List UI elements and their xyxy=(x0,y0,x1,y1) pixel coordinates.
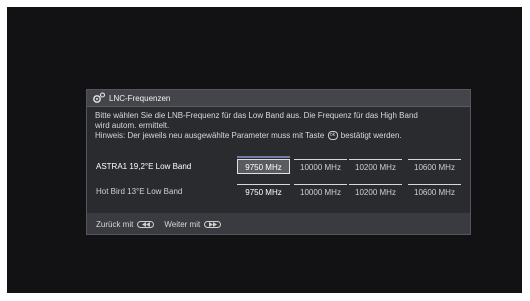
dialog-footer: Zurück mit Weiter mit xyxy=(87,215,470,234)
tv-screen: LNC-Frequenzen Bitte wählen Sie die LNB-… xyxy=(7,7,522,293)
freq-option-astra-10000[interactable]: 10000 MHz xyxy=(294,159,347,174)
dialog-body: Bitte wählen Sie die LNB-Frequenz für da… xyxy=(87,107,470,213)
rewind-key-icon xyxy=(137,221,155,228)
back-label: Zurück mit xyxy=(96,220,134,229)
freq-option-astra-9750[interactable]: 9750 MHz xyxy=(237,156,290,174)
instruction-line-3: Hinweis: Der jeweils neu ausgewählte Par… xyxy=(95,131,463,141)
back-hint[interactable]: Zurück mit xyxy=(96,220,155,229)
lnc-frequencies-dialog: LNC-Frequenzen Bitte wählen Sie die LNB-… xyxy=(86,89,471,235)
freq-option-astra-10200[interactable]: 10200 MHz xyxy=(349,159,402,174)
freq-option-hotbird-10200[interactable]: 10200 MHz xyxy=(349,184,402,199)
settings-gear-icon xyxy=(93,92,106,103)
freq-option-hotbird-10000[interactable]: 10000 MHz xyxy=(294,184,347,199)
next-hint[interactable]: Weiter mit xyxy=(164,220,222,229)
lnb-row-hotbird: Hot Bird 13°E Low Band 9750 MHz 10000 MH… xyxy=(87,182,470,202)
row-label-astra: ASTRA1 19,2°E Low Band xyxy=(96,162,192,171)
hint-text-before: Hinweis: Der jeweils neu ausgewählte Par… xyxy=(95,131,325,140)
instruction-line-2: wird autom. ermittelt. xyxy=(95,121,170,130)
hint-text-after: bestätigt werden. xyxy=(340,131,402,140)
row-label-hotbird: Hot Bird 13°E Low Band xyxy=(96,187,183,196)
dialog-titlebar: LNC-Frequenzen xyxy=(87,90,470,107)
ok-key-icon: ok xyxy=(327,131,338,141)
next-label: Weiter mit xyxy=(164,220,201,229)
freq-option-hotbird-10600[interactable]: 10600 MHz xyxy=(408,184,461,199)
lnb-row-astra: ASTRA1 19,2°E Low Band 9750 MHz 10000 MH… xyxy=(87,156,470,177)
freq-option-hotbird-9750[interactable]: 9750 MHz xyxy=(237,184,290,199)
dialog-title: LNC-Frequenzen xyxy=(109,93,171,103)
instruction-line-1: Bitte wählen Sie die LNB-Frequenz für da… xyxy=(95,111,418,120)
instruction-text: Bitte wählen Sie die LNB-Frequenz für da… xyxy=(95,111,463,141)
forward-key-icon xyxy=(204,221,222,228)
freq-option-astra-10600[interactable]: 10600 MHz xyxy=(408,159,461,174)
